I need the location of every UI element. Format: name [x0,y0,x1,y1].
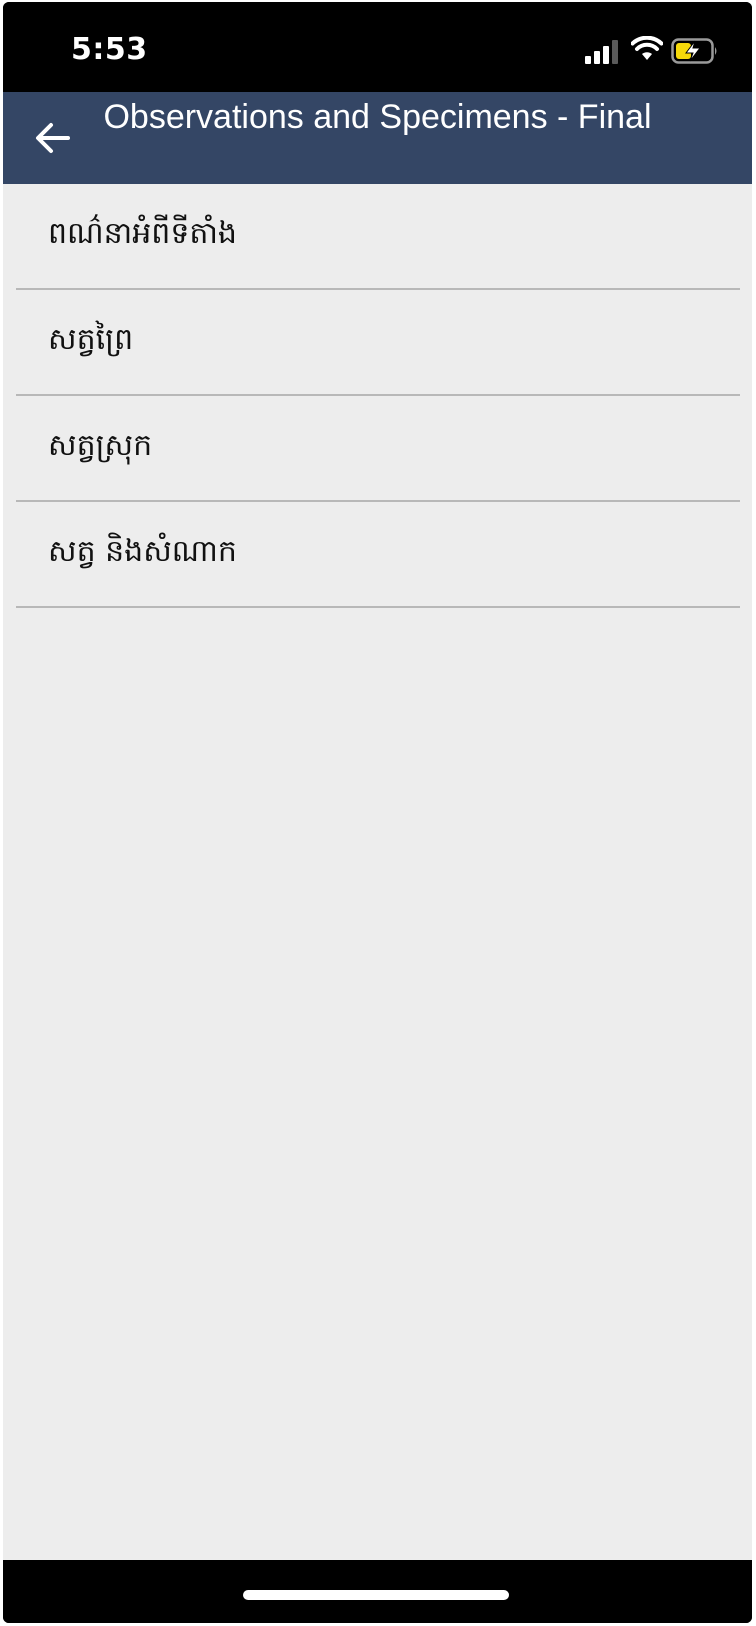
arrow-left-icon [36,123,70,153]
home-bar-area [3,1560,752,1623]
page-title: Observations and Specimens - Final [103,98,652,136]
list-item-label: សត្វស្រុក [48,428,153,463]
list-item-domestic-animals[interactable]: សត្វស្រុក [16,396,740,502]
content-area: ពណ៌នាអំពីទីតាំង សត្វព្រៃ សត្វស្រុក សត្វ … [3,184,752,1560]
back-button[interactable] [27,112,79,164]
cellular-signal-icon [585,40,618,64]
list-item-label: សត្វព្រៃ [48,322,134,357]
list-item-animals-and-specimens[interactable]: សត្វ និងសំណាក [16,502,740,608]
list-item-location-description[interactable]: ពណ៌នាអំពីទីតាំង [16,184,740,290]
status-bar: 5:53 [3,2,752,92]
status-time: 5:53 [71,32,148,67]
list-item-label: ពណ៌នាអំពីទីតាំង [48,216,237,251]
phone-screen: 5:53 Observations and Specimens - Final [3,2,752,1623]
list-item-wildlife[interactable]: សត្វព្រៃ [16,290,740,396]
list-item-label: សត្វ និងសំណាក [48,534,237,569]
wifi-icon [631,36,663,60]
menu-list: ពណ៌នាអំពីទីតាំង សត្វព្រៃ សត្វស្រុក សត្វ … [16,184,740,608]
battery-charging-icon [671,38,717,64]
home-indicator[interactable] [243,1590,509,1600]
app-header: Observations and Specimens - Final [3,92,752,184]
